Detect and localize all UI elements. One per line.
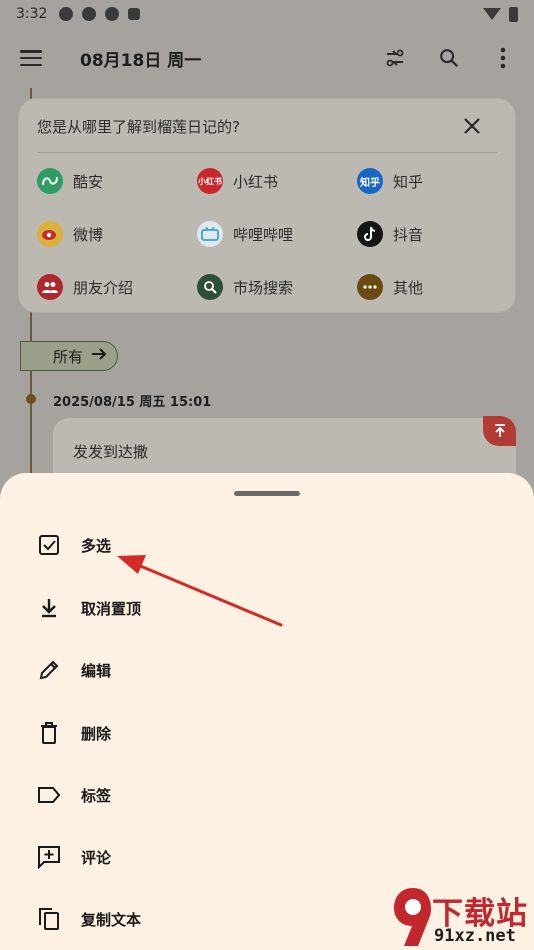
notification-icon [105, 7, 120, 21]
menu-icon[interactable] [18, 48, 44, 68]
status-time: 3:32 [16, 6, 48, 22]
survey-question: 您是从哪里了解到榴莲日记的? [37, 118, 240, 136]
watermark-logo [394, 888, 432, 946]
notification-icon [59, 7, 74, 21]
checkbox-icon [36, 532, 62, 558]
filter-chip-all[interactable]: 所有 [20, 341, 118, 371]
bottom-sheet: 多选 取消置顶 编辑 删除 标签 评论 复制文本 [0, 473, 534, 950]
survey-option-coolapk[interactable]: 酷安 [37, 168, 103, 194]
bilibili-icon [197, 221, 223, 247]
drag-handle[interactable] [234, 491, 300, 496]
trash-icon [36, 720, 62, 746]
zhihu-icon: 知乎 [357, 168, 383, 194]
add-comment-icon [36, 844, 62, 870]
download-icon [36, 595, 62, 621]
label-icon [36, 782, 62, 808]
xiaohongshu-icon: 小红书 [197, 168, 223, 194]
wifi-icon [483, 8, 501, 20]
menu-item-comment[interactable]: 评论 [0, 829, 534, 885]
coolapk-icon [37, 168, 63, 194]
menu-item-label: 删除 [81, 724, 112, 743]
menu-item-delete[interactable]: 删除 [0, 705, 534, 761]
app-bar: 08月18日 周一 [0, 36, 534, 80]
pencil-icon [36, 657, 62, 683]
timeline-dot [26, 394, 36, 404]
search-icon[interactable] [436, 45, 462, 71]
notification-icon [82, 7, 97, 21]
menu-item-label: 取消置顶 [81, 599, 142, 618]
divider [37, 152, 497, 153]
notification-icon [128, 8, 141, 20]
more-horiz-icon [357, 274, 383, 300]
survey-option-other[interactable]: 其他 [357, 274, 423, 300]
survey-option-bilibili[interactable]: 哔哩哔哩 [197, 221, 293, 247]
menu-item-unpin[interactable]: 取消置顶 [0, 580, 534, 636]
sync-icon[interactable] [382, 45, 408, 71]
menu-item-label: 评论 [81, 848, 112, 867]
survey-option-friend[interactable]: 朋友介绍 [37, 274, 133, 300]
search-icon [197, 274, 223, 300]
weibo-icon [37, 221, 63, 247]
copy-icon [36, 906, 62, 932]
menu-item-tag[interactable]: 标签 [0, 767, 534, 823]
menu-item-label: 复制文本 [81, 910, 142, 929]
survey-option-weibo[interactable]: 微博 [37, 221, 103, 247]
survey-option-zhihu[interactable]: 知乎 知乎 [357, 168, 423, 194]
pin-top-icon [483, 416, 516, 446]
douyin-icon [357, 221, 383, 247]
survey-option-douyin[interactable]: 抖音 [357, 221, 423, 247]
people-icon [37, 274, 63, 300]
menu-item-edit[interactable]: 编辑 [0, 642, 534, 698]
menu-item-label: 编辑 [81, 661, 112, 680]
watermark: 下载站 91xz.net [392, 886, 534, 950]
battery-icon [509, 6, 518, 22]
entry-date: 2025/08/15 周五 15:01 [53, 395, 212, 410]
close-icon[interactable] [461, 115, 483, 137]
survey-card: 您是从哪里了解到榴莲日记的? 酷安 小红书 小红书 知乎 知乎 微博 哔哩哔哩 … [18, 98, 516, 313]
menu-item-label: 多选 [81, 536, 112, 555]
survey-option-xiaohongshu[interactable]: 小红书 小红书 [197, 168, 278, 194]
status-bar: 3:32 [0, 0, 534, 28]
arrow-right-icon [91, 347, 107, 365]
watermark-url: 91xz.net [434, 926, 516, 946]
entry-content: 发发到达撒 [73, 443, 149, 461]
more-vert-icon[interactable] [490, 45, 516, 71]
survey-option-market-search[interactable]: 市场搜索 [197, 274, 293, 300]
page-title[interactable]: 08月18日 周一 [80, 46, 201, 71]
menu-item-multi-select[interactable]: 多选 [0, 517, 534, 573]
menu-item-label: 标签 [81, 786, 112, 805]
